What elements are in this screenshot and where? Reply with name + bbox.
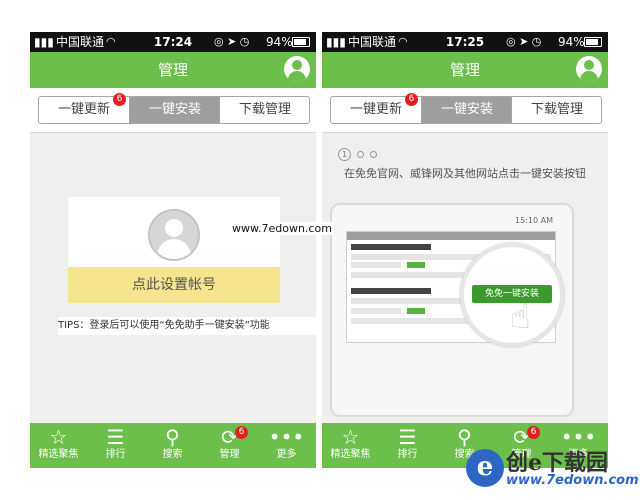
nav-bar: 管理: [30, 52, 316, 88]
segment-bar: 一键更新 一键安装 下载管理 6: [30, 88, 316, 133]
manage-badge: 6: [235, 426, 248, 439]
battery-icon: [584, 37, 602, 47]
tab-search[interactable]: ⚲ 搜索: [144, 423, 201, 468]
tab-one-click-install[interactable]: 一键安装: [421, 97, 512, 123]
phone-screen-left: ▮▮▮ 中国联通 ◠ 17:24 ◎ ➤ ◷ 94% 管理 一键更新 一键安装 …: [30, 32, 316, 468]
star-icon: ☆: [49, 425, 68, 449]
tab-download-manager[interactable]: 下载管理: [511, 97, 602, 123]
page-dot: [357, 150, 364, 158]
page-title: 管理: [449, 61, 480, 79]
status-bar: ▮▮▮ 中国联通 ◠ 17:25 ◎ ➤ ◷ 94%: [322, 32, 608, 52]
magnifier-callout: 免免一键安装 ☝: [460, 243, 564, 347]
site-logo: e 创e下载园 www.7edown.com: [466, 443, 639, 495]
page-title: 管理: [157, 61, 188, 79]
tab-one-click-install[interactable]: 一键安装: [129, 97, 220, 123]
set-account-button[interactable]: 点此设置帐号: [68, 267, 280, 303]
user-icon: [292, 60, 302, 70]
account-content: 点此设置帐号 TIPS：登录后可以使用“免免助手一键安装”功能: [30, 133, 316, 423]
logo-url: www.7edown.com: [506, 473, 639, 488]
user-avatar-button[interactable]: [284, 56, 310, 82]
phone-screen-right: ▮▮▮ 中国联通 ◠ 17:25 ◎ ➤ ◷ 94% 管理 一键更新 一键安装 …: [322, 32, 608, 468]
tab-featured[interactable]: ☆ 精选聚焦: [322, 423, 379, 468]
logo-e-icon: e: [466, 449, 504, 487]
search-icon: ⚲: [165, 425, 180, 449]
battery-icon: [292, 37, 310, 47]
tab-featured[interactable]: ☆ 精选聚焦: [30, 423, 87, 468]
page-dot: [370, 150, 377, 158]
list-icon: ☰: [106, 425, 125, 449]
battery-percent: 94%: [266, 35, 293, 49]
refresh-icon: ⟳: [221, 425, 238, 449]
watermark-text: www.7edown.com: [230, 222, 334, 235]
instruction-text: 在免免官网、威锋网及其他网站点击一键安装按钮: [344, 167, 586, 180]
nav-bar: 管理: [322, 52, 608, 88]
tab-ranking[interactable]: ☰ 排行: [379, 423, 436, 468]
segmented-control: 一键更新 一键安装 下载管理 6: [38, 93, 310, 124]
user-icon: [584, 60, 594, 70]
more-icon: •••: [268, 425, 305, 449]
tips-text: TIPS：登录后可以使用“免免助手一键安装”功能: [58, 317, 316, 335]
update-badge: 6: [405, 93, 418, 106]
tab-download-manager[interactable]: 下载管理: [219, 97, 310, 123]
list-icon: ☰: [398, 425, 417, 449]
step-indicator: 1: [338, 147, 383, 161]
tablet-illustration: 15:10 AM 免免一键安装 ☝: [330, 203, 574, 417]
update-badge: 6: [113, 93, 126, 106]
segment-bar: 一键更新 一键安装 下载管理 6: [322, 88, 608, 133]
manage-badge: 6: [527, 426, 540, 439]
default-avatar-icon: [148, 209, 200, 261]
tab-more[interactable]: ••• 更多: [258, 423, 315, 468]
install-guide-content: 1 在免免官网、威锋网及其他网站点击一键安装按钮 15:10 AM 免免一键安装…: [322, 133, 608, 423]
tablet-time: 15:10 AM: [515, 216, 553, 225]
battery-percent: 94%: [558, 35, 585, 49]
bottom-tab-bar: ☆ 精选聚焦 ☰ 排行 ⚲ 搜索 ⟳ 管理 6 ••• 更多: [30, 423, 316, 468]
hand-pointer-icon: ☝: [510, 297, 531, 337]
user-avatar-button[interactable]: [576, 56, 602, 82]
segmented-control: 一键更新 一键安装 下载管理 6: [330, 93, 602, 124]
star-icon: ☆: [341, 425, 360, 449]
location-icon: ◎ ➤ ◷: [506, 35, 542, 48]
step-number: 1: [338, 147, 351, 161]
location-icon: ◎ ➤ ◷: [214, 35, 250, 48]
tab-ranking[interactable]: ☰ 排行: [87, 423, 144, 468]
tab-manage[interactable]: ⟳ 管理 6: [201, 423, 258, 468]
status-bar: ▮▮▮ 中国联通 ◠ 17:24 ◎ ➤ ◷ 94%: [30, 32, 316, 52]
